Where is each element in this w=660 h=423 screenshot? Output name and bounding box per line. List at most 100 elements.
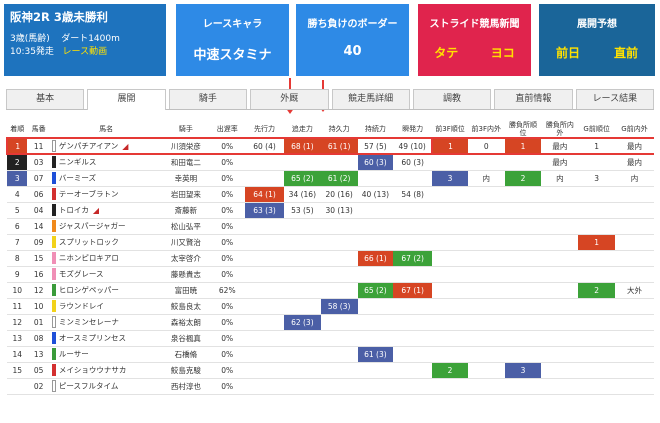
horse-name[interactable]: ゲンパチアイアン: [59, 142, 118, 151]
stamina-cell: 30 (13): [320, 202, 358, 219]
horse-name-cell[interactable]: トロイカ ◢: [49, 202, 163, 219]
table-row[interactable]: 15 05 メイショウウナサカ 鮫島克駿 0% 2 3: [7, 362, 654, 379]
horse-name-cell[interactable]: ジャスパージャガー: [49, 218, 163, 235]
rank-cell: 13: [7, 330, 28, 347]
race-video-link[interactable]: レース動画: [63, 47, 108, 57]
horse-name[interactable]: ニンギルス: [59, 158, 97, 167]
horse-name[interactable]: スプリットロック: [59, 238, 119, 247]
late-cell: 0%: [209, 314, 246, 331]
table-row[interactable]: 13 08 オースミプリンセス 泉谷楓真 0%: [7, 330, 654, 347]
horse-name[interactable]: ニホンピロキアロ: [59, 254, 119, 263]
horse-name[interactable]: テーオーブラトン: [59, 190, 119, 199]
f3r-cell: 1: [432, 137, 468, 155]
sr-cell: [504, 266, 542, 283]
table-row[interactable]: 1 11 ゲンパチアイアン ◢ 川須栄彦 0% 60 (4) 68 (1) 61 (1) 57 (…: [5, 137, 654, 155]
jockey-cell: 太宰啓介: [162, 250, 210, 267]
stamina-cell: [320, 362, 358, 379]
tenkai-zenjitsu-link[interactable]: 前日: [556, 44, 580, 61]
tab-4[interactable]: 競走馬詳細: [331, 89, 410, 109]
horse-name-cell[interactable]: ラウンドレイ: [49, 298, 163, 315]
horse-name-cell[interactable]: ゲンパチアイアン ◢: [49, 137, 163, 155]
gi-cell: [615, 218, 654, 235]
horse-name-cell[interactable]: ニンギルス: [49, 154, 163, 171]
tab-6[interactable]: 直前情報: [494, 89, 573, 109]
table-row[interactable]: 12 01 ミンミンセレーナ 森裕太朗 0% 62 (3): [7, 314, 654, 331]
lead-cell: 60 (4): [245, 137, 284, 155]
horse-name-cell[interactable]: ヒロシゲペッパー: [49, 282, 163, 299]
chase-cell: [283, 330, 321, 347]
frame-color-marker: [51, 316, 56, 328]
horse-name-cell[interactable]: モズグレース: [49, 266, 163, 283]
horse-name-cell[interactable]: ニホンピロキアロ: [49, 250, 163, 267]
table-row[interactable]: 7 09 スプリットロック 川又賢治 0% 1: [7, 234, 654, 251]
horse-name[interactable]: ヒロシゲペッパー: [59, 286, 119, 295]
f3r-cell: [432, 282, 468, 299]
table-row[interactable]: 2 03 ニンギルス 和田竜二 0% 60 (3) 60 (3) 最内 最内: [7, 154, 654, 171]
horse-name[interactable]: ラウンドレイ: [59, 302, 104, 311]
table-row[interactable]: 11 10 ラウンドレイ 鮫島良太 0% 58 (3): [7, 298, 654, 315]
table-row[interactable]: 8 15 ニホンピロキアロ 太宰啓介 0% 66 (1) 67 (2): [7, 250, 654, 267]
horse-name[interactable]: ピースフルタイム: [59, 382, 118, 391]
stamina-cell: 20 (16): [320, 186, 358, 203]
lead-cell: 63 (3): [245, 202, 284, 219]
horse-name-cell[interactable]: メイショウウナサカ: [49, 362, 163, 379]
sustain-cell: [357, 266, 394, 283]
late-cell: 62%: [209, 282, 246, 299]
tab-bar: 基本 展開 騎手 外厩 競走馬詳細 調教 直前情報 レース結果: [6, 89, 654, 110]
table-row[interactable]: 9 16 モズグレース 藤懸貴志 0%: [7, 266, 654, 283]
stride-yoko-link[interactable]: ヨコ: [491, 44, 515, 61]
tab-7[interactable]: レース結果: [575, 89, 654, 109]
gi-cell: [615, 234, 654, 251]
sustain-cell: [357, 378, 394, 395]
lead-cell: [245, 234, 284, 251]
tab-2[interactable]: 騎手: [168, 89, 248, 109]
horse-name[interactable]: モズグレース: [59, 270, 104, 279]
horse-name[interactable]: ミンミンセレーナ: [59, 318, 119, 327]
race-title: 阪神2R 3歳未勝利: [10, 10, 108, 24]
late-cell: 0%: [209, 330, 246, 347]
column-header: 前3F順位: [432, 120, 468, 139]
horse-number-cell: 16: [27, 266, 50, 283]
table-row[interactable]: 02 ピースフルタイム 西村淳也 0%: [7, 378, 654, 395]
gr-cell: [578, 250, 615, 267]
horse-number-cell: 05: [27, 362, 50, 379]
horse-name-cell[interactable]: ピースフルタイム: [49, 378, 163, 395]
f3i-cell: [467, 154, 505, 171]
horse-name-cell[interactable]: テーオーブラトン: [49, 186, 163, 203]
gi-cell: 最内: [615, 154, 654, 171]
late-cell: 0%: [209, 250, 246, 267]
table-row[interactable]: 10 12 ヒロシゲペッパー 富田暁 62% 65 (2) 67 (1) 2 大外: [7, 282, 654, 299]
tab-1[interactable]: 展開: [87, 89, 166, 110]
stride-tate-link[interactable]: タテ: [434, 44, 458, 61]
tab-3[interactable]: 外厩: [250, 89, 329, 109]
late-cell: 0%: [209, 202, 246, 219]
tab-0[interactable]: 基本: [6, 89, 85, 109]
horse-name-cell[interactable]: バーミーズ: [49, 170, 163, 187]
f3r-cell: [432, 298, 468, 315]
table-row[interactable]: 3 07 バーミーズ 幸英明 0% 65 (2) 61 (2) 3 内 2 内 3 内: [7, 170, 654, 187]
late-cell: 0%: [209, 362, 246, 379]
chase-cell: [283, 234, 321, 251]
horse-name-cell[interactable]: ルーサー: [49, 346, 163, 363]
table-row[interactable]: 4 06 テーオーブラトン 岩田望来 0% 64 (1) 34 (16) 20 (16) 40 …: [7, 186, 654, 203]
table-row[interactable]: 5 04 トロイカ ◢ 斎藤新 0% 63 (3) 53 (5) 30 (13): [7, 202, 654, 219]
jockey-cell: 斎藤新: [162, 202, 210, 219]
si-cell: 内: [541, 170, 579, 187]
horse-name-cell[interactable]: スプリットロック: [49, 234, 163, 251]
horse-name[interactable]: オースミプリンセス: [59, 334, 126, 343]
horse-name[interactable]: ルーサー: [59, 350, 89, 359]
horse-name[interactable]: ジャスパージャガー: [59, 222, 126, 231]
horse-name[interactable]: メイショウウナサカ: [59, 366, 127, 375]
burst-cell: 67 (2): [393, 250, 433, 267]
tab-5[interactable]: 調教: [412, 89, 492, 109]
sr-cell: 1: [504, 137, 542, 155]
horse-number-cell: 03: [27, 154, 50, 171]
tenkai-chokuzen-link[interactable]: 直前: [614, 44, 638, 61]
table-row[interactable]: 6 14 ジャスパージャガー 松山弘平 0%: [7, 218, 654, 235]
horse-name-cell[interactable]: オースミプリンセス: [49, 330, 163, 347]
horse-name[interactable]: トロイカ: [59, 206, 89, 215]
horse-name[interactable]: バーミーズ: [59, 174, 96, 183]
horse-name-cell[interactable]: ミンミンセレーナ: [49, 314, 163, 331]
table-row[interactable]: 14 13 ルーサー 石橋脩 0% 61 (3): [7, 346, 654, 363]
rank-cell: 12: [7, 314, 28, 331]
